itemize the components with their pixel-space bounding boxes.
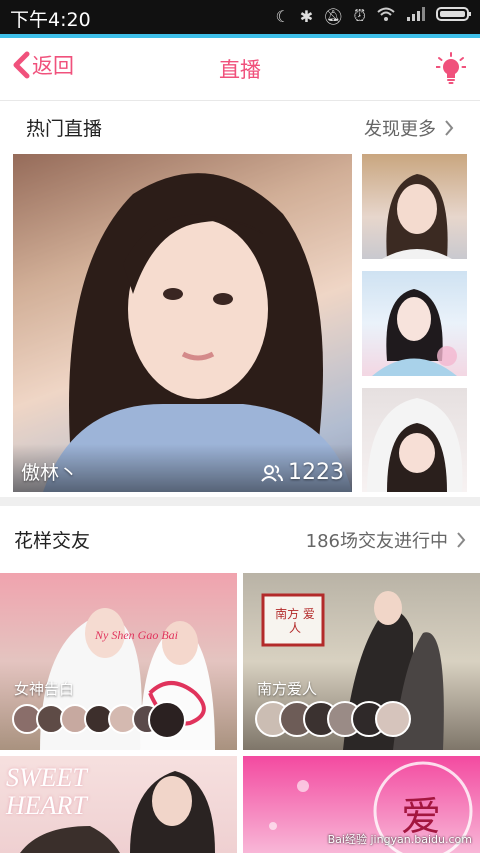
featured-streamer-photo [13, 154, 352, 492]
lightbulb-icon[interactable] [435, 52, 467, 88]
chevron-right-icon [445, 120, 454, 136]
room-poster-text-3: SWEET HEART [6, 763, 87, 820]
room-card-3[interactable]: SWEET HEART [0, 756, 237, 853]
room-card-4[interactable]: 爱 Bai经验 jingyan.baidu.com [243, 756, 480, 853]
viewer-count: 1223 [261, 460, 344, 485]
live-thumbnail-2[interactable] [362, 271, 467, 376]
status-bar: 下午4:20 ☾ ✱ 🔕︎ ⏰︎ [0, 0, 480, 34]
hot-live-section: 热门直播 发现更多 傲林丶 1223 [0, 101, 480, 497]
room-poster-text-2: 南方 爱人 [275, 607, 315, 635]
battery-icon [436, 6, 472, 26]
mute-icon: 🔕︎ [323, 6, 344, 26]
discover-more-link[interactable]: 发现更多 [364, 115, 454, 141]
moon-icon: ☾ [275, 6, 290, 26]
friend-section-title: 花样交友 [14, 530, 91, 552]
bluetooth-icon: ✱ [299, 6, 314, 26]
friend-count-link[interactable]: 186场交友进行中 [306, 527, 466, 553]
room-card-1[interactable]: Ny Shen Gao Bai 女神告白 [0, 573, 237, 750]
live-thumbnail-1[interactable] [362, 154, 467, 259]
live-thumbnail-3[interactable] [362, 388, 467, 492]
streamer-photo-3 [367, 398, 463, 492]
signal-icon [406, 6, 426, 26]
viewer-count-value: 1223 [288, 460, 344, 485]
chevron-right-icon [457, 532, 466, 548]
watermark: Bai经验 jingyan.baidu.com [327, 833, 472, 846]
friend-making-section: 花样交友 186场交友进行中 Ny Shen Gao Bai 女神告白 南方 爱… [0, 506, 480, 853]
featured-streamer-name: 傲林丶 [21, 462, 79, 484]
room-name-2: 南方爱人 [257, 680, 318, 698]
wifi-icon [376, 6, 396, 26]
alarm-icon: ⏰︎ [353, 6, 366, 25]
room-card-2[interactable]: 南方 爱人 南方爱人 [243, 573, 480, 750]
friend-count-label: 186场交友进行中 [305, 531, 448, 552]
status-time: 下午4:20 [10, 9, 91, 31]
avatar [148, 701, 186, 739]
navigation-bar: 返回 直播 [0, 38, 480, 101]
featured-live-card[interactable]: 傲林丶 1223 [13, 154, 352, 492]
room-name-1: 女神告白 [14, 680, 75, 698]
viewers-icon [261, 464, 283, 482]
discover-more-label: 发现更多 [364, 119, 436, 140]
page-title: 直播 [219, 58, 261, 82]
streamer-photo-2 [372, 289, 457, 376]
room-poster-text-1: Ny Shen Gao Bai [95, 628, 178, 642]
streamer-photo-1 [382, 174, 452, 259]
avatar [375, 701, 411, 737]
hot-live-title: 热门直播 [26, 118, 103, 140]
